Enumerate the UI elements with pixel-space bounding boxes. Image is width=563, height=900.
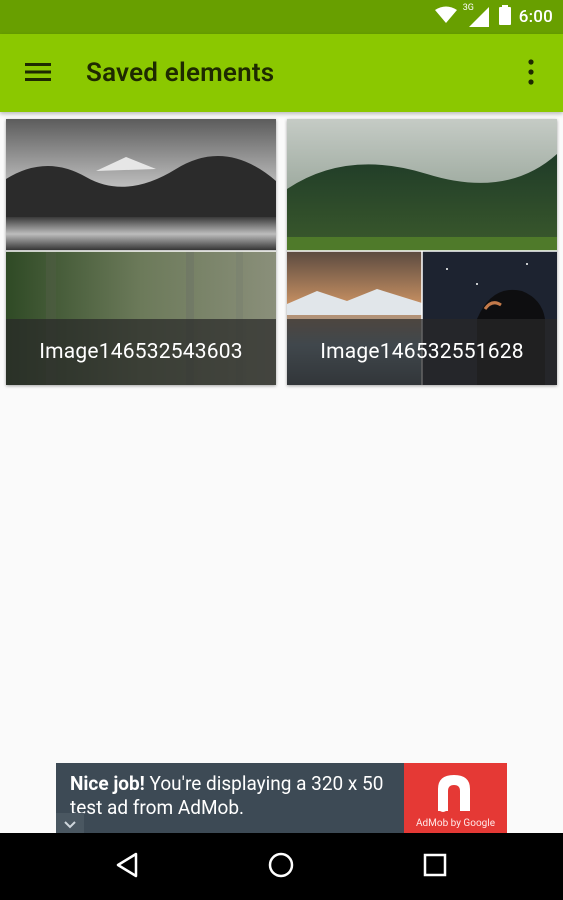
status-bar: 3G 6:00	[0, 0, 563, 34]
saved-element-card[interactable]: Image146532551628	[287, 119, 557, 385]
ad-collapse-button[interactable]	[56, 813, 84, 833]
more-vert-icon	[527, 59, 535, 89]
battery-icon	[498, 5, 511, 29]
back-icon	[114, 851, 140, 883]
ad-logo-label: AdMob by Google	[415, 818, 496, 829]
recents-icon	[423, 853, 447, 881]
saved-element-card[interactable]: Image146532543603	[6, 119, 276, 385]
ad-headline: Nice job!	[70, 772, 145, 795]
recents-button[interactable]	[411, 843, 459, 891]
ad-banner[interactable]: Nice job! You're displaying a 320 x 50 t…	[56, 763, 507, 833]
saved-element-title: Image146532543603	[39, 340, 243, 364]
admob-logo[interactable]: AdMob by Google	[404, 763, 507, 833]
home-icon	[267, 851, 295, 883]
saved-element-title: Image146532551628	[320, 340, 524, 364]
hamburger-menu-icon	[25, 62, 51, 86]
navigation-menu-button[interactable]	[14, 50, 62, 98]
wifi-icon	[434, 6, 457, 28]
network-type-label: 3G	[462, 3, 474, 13]
status-icons: 3G 6:00	[434, 0, 553, 34]
page-title: Saved elements	[86, 58, 275, 88]
chevron-down-icon	[64, 814, 76, 833]
cell-signal-icon: 3G	[462, 3, 491, 28]
ad-text: Nice job! You're displaying a 320 x 50 t…	[70, 772, 400, 820]
system-navigation-bar	[0, 833, 563, 900]
home-button[interactable]	[257, 843, 305, 891]
app-bar: Saved elements	[0, 34, 563, 112]
back-button[interactable]	[103, 843, 151, 891]
status-time: 6:00	[518, 7, 553, 27]
overflow-menu-button[interactable]	[509, 50, 553, 98]
